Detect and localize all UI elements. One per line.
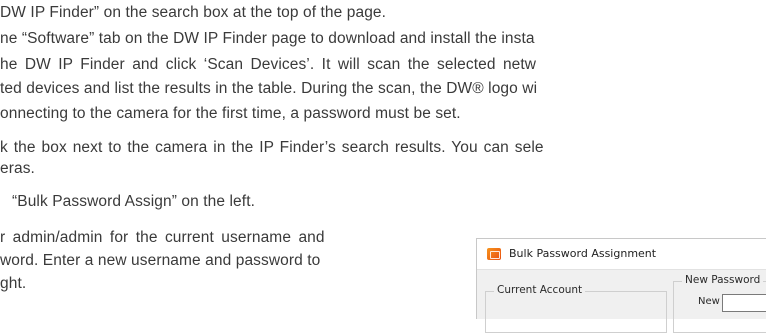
text-line-7: eras. [0, 160, 35, 177]
text-line-11: ght. [0, 275, 27, 292]
current-account-group: Current Account [485, 284, 667, 333]
new-password-group: New Password New [673, 274, 766, 333]
text-line-4: ted devices and list the results in the … [0, 80, 538, 97]
dialog-titlebar: Bulk Password Assignment [477, 239, 766, 270]
new-field-label: New [698, 296, 720, 307]
text-line-6: k the box next to the camera in the IP F… [0, 139, 544, 156]
document-page: DW IP Finder” on the search box at the t… [0, 0, 766, 333]
new-password-label: New Password [682, 274, 764, 286]
text-line-10: word. Enter a new username and password … [0, 252, 321, 269]
bulk-password-dialog-screenshot: Bulk Password Assignment Current Account… [476, 238, 766, 333]
text-line-5: onnecting to the camera for the first ti… [0, 105, 461, 122]
dialog-title: Bulk Password Assignment [509, 247, 657, 260]
dw-app-icon [487, 248, 501, 260]
current-account-label: Current Account [494, 284, 586, 296]
text-line-8: “Bulk Password Assign” on the left. [12, 193, 256, 210]
new-password-input[interactable] [722, 294, 766, 312]
text-line-2: ne “Software” tab on the DW IP Finder pa… [0, 30, 535, 47]
text-line-3: he DW IP Finder and click ‘Scan Devices’… [0, 56, 537, 73]
text-line-9: r admin/admin for the current username a… [0, 229, 325, 246]
text-line-1: DW IP Finder” on the search box at the t… [0, 4, 387, 21]
